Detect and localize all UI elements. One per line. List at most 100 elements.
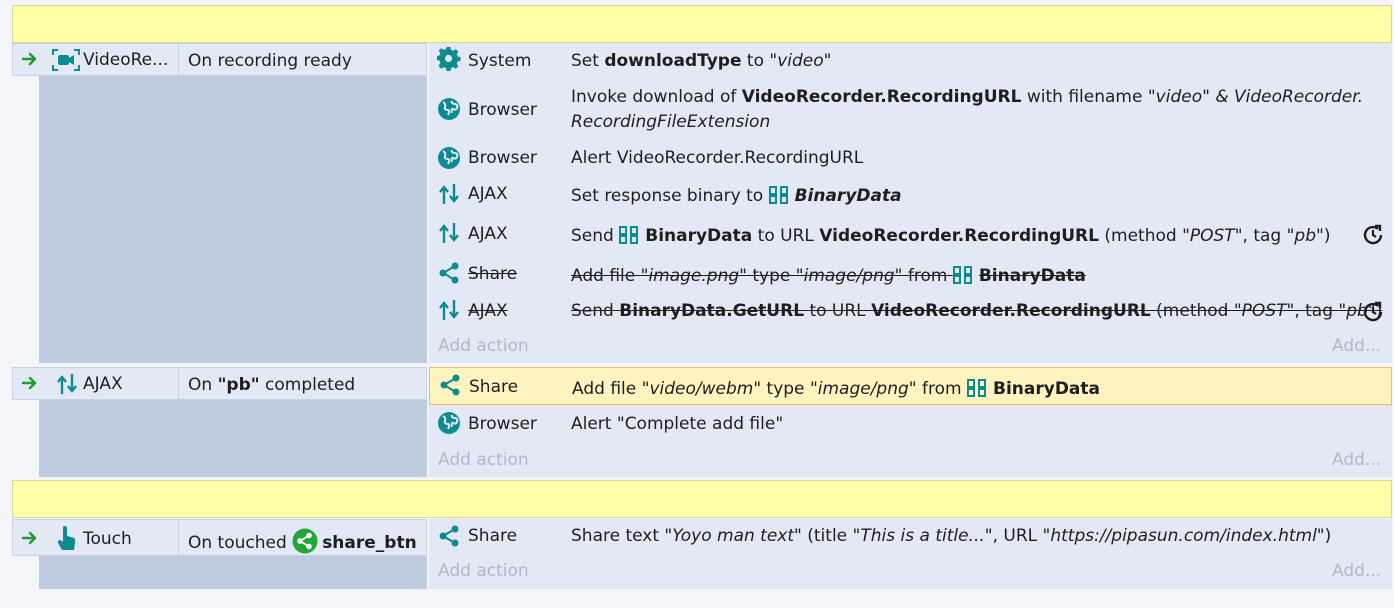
video-recorder-icon [52, 49, 80, 71]
action-object-name: Share [468, 526, 518, 546]
string-literal: "Yoyo man text" [664, 526, 802, 546]
event-block-touch: Touch On touched share_btn Share Share t… [0, 519, 1394, 589]
variable: BinaryData [645, 226, 753, 246]
string-literal: "This is a title..." [852, 526, 993, 546]
string-literal: "https://pipasun.com/index.html" [1042, 526, 1325, 546]
text: , URL [992, 526, 1043, 546]
string-literal: "video" & VideoRecorder. [1147, 87, 1364, 107]
comment-row[interactable] [12, 480, 1392, 518]
text: to URL [804, 301, 872, 321]
text: (title [801, 526, 853, 546]
variable: VideoRecorder.RecordingURL [871, 301, 1151, 321]
async-wait-icon[interactable] [1361, 223, 1385, 247]
add-action-button[interactable]: Add action [438, 561, 529, 581]
trigger-object-name: AJAX [83, 374, 123, 394]
text: Send [571, 226, 620, 246]
arrow-right-icon [21, 376, 37, 390]
text: from [916, 379, 967, 399]
text: Set [571, 51, 605, 71]
binary-data-icon [952, 266, 972, 284]
action-description: Alert "Complete add file" [571, 414, 784, 434]
text: Add file [572, 379, 642, 399]
divider [178, 520, 179, 555]
async-wait-icon[interactable] [1361, 300, 1385, 324]
add-action-button[interactable]: Add action [438, 336, 529, 356]
action-row[interactable]: Browser Invoke download of VideoRecorder… [429, 80, 1392, 140]
action-row[interactable]: Share Share text "Yoyo man text" (title … [429, 519, 1392, 555]
globe-icon [438, 412, 460, 434]
variable: BinaryData.GetURL [619, 301, 805, 321]
action-description: Set response binary to BinaryData [571, 183, 902, 209]
text: Invoke download of [571, 87, 742, 107]
variable: BinaryData [978, 266, 1086, 286]
text: (method [1150, 301, 1234, 321]
globe-icon [438, 147, 460, 169]
action-object-name: AJAX [468, 184, 508, 204]
text: with filename [1021, 87, 1148, 107]
string-literal: "image.png" [640, 266, 747, 286]
add-more-button[interactable]: Add... [1332, 561, 1381, 581]
globe-icon [438, 98, 460, 120]
action-description: Set downloadType to "video" [571, 48, 831, 74]
text: On [188, 375, 218, 395]
binary-data-icon [768, 186, 788, 204]
action-object-name: Share [469, 377, 519, 397]
text: Set response binary to [571, 186, 769, 206]
expression: RecordingFileExtension [571, 112, 771, 132]
trigger-object-name: Touch [83, 529, 132, 549]
text: Add file [571, 266, 641, 286]
event-sidebar [39, 76, 427, 363]
divider [178, 44, 179, 75]
binary-data-icon [619, 226, 639, 244]
string-literal: "pb" [1286, 226, 1324, 246]
add-more-button[interactable]: Add... [1332, 450, 1381, 470]
share-icon [439, 525, 459, 547]
action-row[interactable]: AJAX Set response binary to BinaryData [429, 176, 1392, 214]
text: (method [1098, 226, 1183, 246]
action-row-disabled[interactable]: Share Add file "image.png" type "image/p… [429, 256, 1392, 292]
condition-text: On recording ready [188, 51, 352, 71]
ajax-icon [57, 374, 77, 394]
string-literal: "image/png" [809, 379, 917, 399]
text: type [761, 379, 810, 399]
variable: BinaryData [993, 379, 1101, 399]
action-object-name: Share [468, 264, 518, 284]
text: completed [259, 375, 356, 395]
event-header[interactable]: Touch On touched share_btn [12, 519, 427, 556]
ajax-icon [439, 223, 459, 243]
add-more-button[interactable]: Add... [1332, 336, 1381, 356]
action-row[interactable]: AJAX Send BinaryData to URL VideoRecorde… [429, 215, 1392, 255]
text: ) [1323, 226, 1331, 246]
add-action-button[interactable]: Add action [438, 450, 529, 470]
event-header[interactable]: AJAX On "pb" completed [12, 367, 427, 400]
string-literal: "POST" [1182, 226, 1243, 246]
action-row-selected[interactable]: Share Add file "video/webm" type "image/… [429, 367, 1392, 405]
action-row[interactable]: Browser Alert VideoRecorder.RecordingURL [429, 141, 1392, 175]
action-object-name: Browser [468, 100, 537, 120]
action-object-name: System [468, 51, 532, 71]
action-row[interactable]: Browser Alert "Complete add file" [429, 406, 1392, 440]
ajax-icon [439, 300, 459, 320]
text: from [902, 266, 953, 286]
touch-icon [57, 526, 76, 550]
divider [178, 368, 179, 399]
event-header[interactable]: VideoRe... On recording ready [12, 43, 427, 76]
action-description: Share text "Yoyo man text" (title "This … [571, 523, 1331, 549]
comment-row[interactable] [12, 5, 1392, 43]
action-object-name: AJAX [468, 301, 508, 321]
variable: VideoRecorder.RecordingURL [741, 87, 1022, 107]
text: , tag [1294, 301, 1339, 321]
variable: downloadType [604, 51, 742, 71]
action-object-name: Browser [468, 414, 537, 434]
string-literal: "POST" [1233, 301, 1295, 321]
action-row[interactable]: System Set downloadType to "video" [429, 43, 1392, 79]
variable: VideoRecorder.RecordingURL [819, 226, 1099, 246]
text: On touched [188, 533, 293, 553]
action-row-disabled[interactable]: AJAX Send BinaryData.GetURL to URL Video… [429, 293, 1392, 329]
event-sidebar [39, 555, 427, 589]
event-block-ajax: AJAX On "pb" completed Share Add file "v… [0, 367, 1394, 477]
action-object-name: AJAX [468, 224, 508, 244]
string-literal: "image/png" [795, 266, 903, 286]
action-description: Send BinaryData to URL VideoRecorder.Rec… [571, 223, 1330, 249]
text: ) [1324, 526, 1332, 546]
